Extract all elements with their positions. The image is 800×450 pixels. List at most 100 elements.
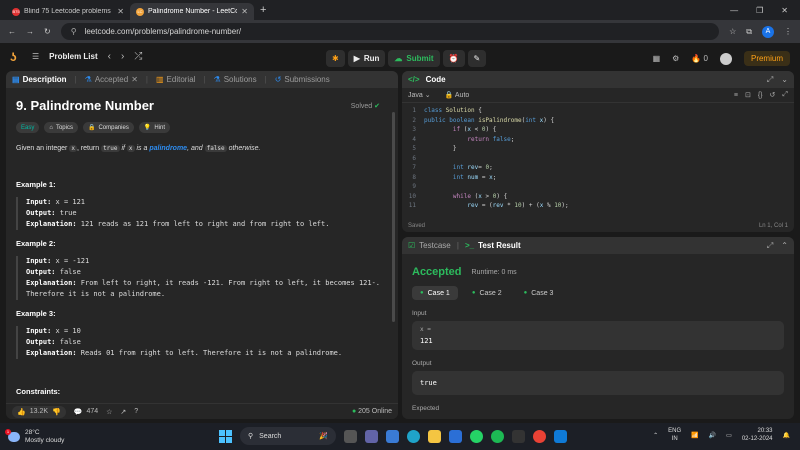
prev-problem-icon[interactable]: ‹ [108, 51, 111, 62]
photos-icon[interactable] [554, 429, 567, 443]
tray-overflow-icon[interactable]: ⌃ [653, 432, 658, 439]
case-tab-3[interactable]: ● Case 3 [516, 286, 562, 300]
expand-icon[interactable]: ⤢ [767, 241, 773, 251]
editor-toolbar: Java ⌄ 🔒 Auto ≡ ⊡ {} ↺ ⤢ [402, 88, 794, 103]
problem-tags: Easy ⌂ Topics 🔒 Companies 💡 Hint [16, 122, 388, 133]
close-tab-icon[interactable]: ✕ [117, 7, 124, 16]
reset-icon[interactable]: ↺ [770, 91, 776, 99]
leetcode-logo-icon[interactable]: ʖ [10, 50, 22, 64]
description-scrollbar[interactable] [392, 112, 395, 322]
clock[interactable]: 20:33 02-12-2024 [742, 427, 773, 443]
collapse-icon[interactable]: ⌄ [781, 75, 788, 84]
language-select[interactable]: Java ⌄ [408, 91, 431, 99]
new-tab-icon[interactable]: + [260, 4, 266, 16]
timer-button[interactable]: ⏰ [442, 50, 465, 67]
tab-submissions[interactable]: ↺ Submissions [275, 75, 330, 84]
tab-label: Editorial [166, 75, 196, 84]
browser-tab-leetcode[interactable]: LC Palindrome Number - LeetCode ✕ [130, 3, 254, 20]
teams-icon[interactable] [365, 429, 378, 443]
code-text: int rev= 0; [452, 164, 493, 171]
profile-avatar[interactable]: A [762, 25, 774, 38]
back-icon[interactable]: ← [8, 27, 16, 36]
maximize-icon[interactable]: ❐ [756, 6, 763, 15]
braces-icon[interactable]: {} [758, 92, 763, 99]
url-field[interactable]: ⚲ leetcode.com/problems/palindrome-numbe… [60, 23, 720, 40]
streak-counter[interactable]: 🔥 0 [691, 54, 708, 63]
taskbar-search[interactable]: ⚲ Search 🎉 [240, 427, 336, 445]
close-window-icon[interactable]: ✕ [781, 6, 788, 15]
next-problem-icon[interactable]: › [121, 51, 124, 62]
debug-button[interactable]: ✱ [326, 50, 345, 67]
tab-test-result[interactable]: >_ Test Result [465, 241, 521, 250]
terminal-icon[interactable] [512, 429, 525, 443]
language-indicator[interactable]: ENG IN [668, 427, 681, 443]
menu-icon[interactable]: ⋮ [784, 27, 792, 36]
user-avatar[interactable] [719, 52, 732, 65]
premium-button[interactable]: Premium [743, 51, 790, 66]
site-info-icon[interactable]: ⚲ [71, 27, 77, 36]
hint-chip[interactable]: 💡 Hint [138, 122, 170, 133]
case-tab-1[interactable]: ● Case 1 [412, 286, 458, 300]
edge-icon[interactable] [407, 429, 420, 443]
code-editor[interactable]: 1 class Solution { 2 public boolean isPal… [402, 103, 794, 211]
folder-icon[interactable] [428, 429, 441, 443]
share-icon[interactable]: ↗ [120, 408, 126, 416]
volume-icon[interactable]: 🔊 [709, 432, 716, 439]
battery-icon[interactable]: ▭ [726, 432, 732, 439]
browser-tab-blind75[interactable]: B75 Blind 75 Leetcode problems : D ✕ [6, 3, 130, 20]
help-icon[interactable]: ? [134, 408, 138, 415]
code-header-actions: ⤢ ⌄ [767, 75, 788, 85]
tab-solutions[interactable]: ⚗ Solutions [214, 75, 257, 84]
palindrome-link[interactable]: palindrome [149, 145, 187, 152]
run-button[interactable]: ▶ Run [347, 50, 386, 67]
bookmark-icon[interactable]: ⊡ [745, 91, 751, 99]
inline-code: x [69, 145, 77, 152]
task-view-icon[interactable] [344, 429, 357, 443]
store-icon[interactable] [449, 429, 462, 443]
wifi-icon[interactable]: 📶 [691, 432, 698, 439]
forward-icon[interactable]: → [26, 27, 34, 36]
notes-button[interactable]: ✎ [467, 50, 487, 67]
cursor-position: Ln 1, Col 1 [758, 223, 788, 229]
line-number: 4 [412, 135, 416, 143]
close-tab-icon[interactable]: ✕ [131, 75, 138, 84]
autosave-label: Auto [454, 92, 470, 99]
thumbs-down-icon[interactable]: 👎 [52, 408, 61, 416]
settings-icon[interactable]: ⚙ [672, 54, 679, 63]
notification-icon[interactable]: 🔔 [783, 432, 790, 439]
example-block: Input: x = 10 Output: false Explanation:… [16, 326, 388, 359]
star-icon[interactable]: ☆ [729, 27, 736, 36]
reload-icon[interactable]: ↻ [44, 27, 51, 36]
shuffle-icon[interactable]: ⤮ [134, 51, 142, 62]
tab-accepted[interactable]: ⚗ Accepted ✕ [85, 75, 138, 84]
format-icon[interactable]: ≡ [734, 92, 738, 99]
spotify-icon[interactable] [491, 429, 504, 443]
whatsapp-icon[interactable] [470, 429, 483, 443]
star-icon[interactable]: ☆ [106, 408, 112, 416]
topics-chip[interactable]: ⌂ Topics [44, 122, 78, 133]
chrome-icon[interactable] [533, 429, 546, 443]
fullscreen-icon[interactable]: ⤢ [782, 91, 788, 99]
comments-button[interactable]: 💬 474 [74, 408, 98, 416]
explorer-icon[interactable] [386, 429, 399, 443]
input-value: 121 [420, 337, 433, 345]
tab-testcase[interactable]: ☑ Testcase [408, 241, 451, 250]
case-tab-2[interactable]: ● Case 2 [464, 286, 510, 300]
expand-icon[interactable]: ⤢ [767, 75, 773, 85]
weather-widget[interactable]: 1 28°C Mostly cloudy [5, 428, 64, 445]
problem-list-link[interactable]: Problem List [49, 52, 97, 61]
submit-button[interactable]: ☁ Submit [388, 50, 440, 67]
layout-icon[interactable]: ▦ [653, 54, 661, 63]
close-tab-icon[interactable]: ✕ [241, 7, 248, 16]
problem-list-icon[interactable]: ☰ [32, 52, 39, 61]
companies-chip[interactable]: 🔒 Companies [82, 122, 134, 133]
extensions-icon[interactable]: ⧉ [746, 27, 752, 37]
like-button[interactable]: 👍 13.2K 👎 [12, 405, 66, 418]
tab-divider: | [456, 241, 459, 250]
collapse-icon[interactable]: ⌃ [781, 241, 788, 250]
tab-editorial[interactable]: ▥ Editorial [156, 75, 195, 84]
desc-text: , and [187, 145, 205, 152]
minimize-icon[interactable]: — [730, 6, 738, 15]
tab-description[interactable]: ▤ Description [12, 75, 67, 84]
windows-start-icon[interactable] [219, 429, 232, 443]
